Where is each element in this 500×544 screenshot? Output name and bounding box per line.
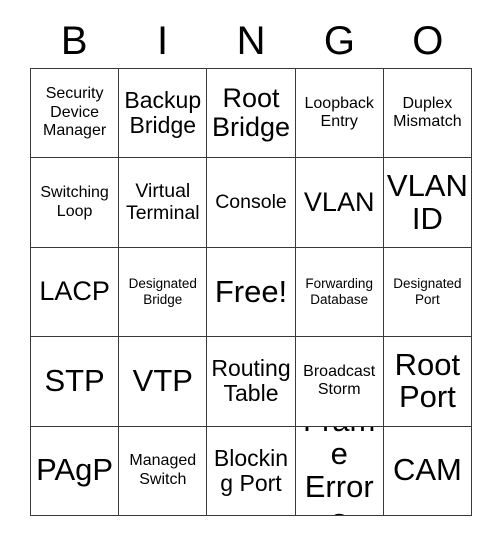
bingo-cell[interactable]: Switching Loop [31,158,120,248]
bingo-cell[interactable]: CAM [383,426,472,516]
bingo-cell[interactable]: Duplex Mismatch [383,69,472,159]
bingo-cell-label: Blocking Port [213,444,289,496]
bingo-cell-label: Virtual Terminal [125,179,200,224]
bingo-cell[interactable]: Blocking Port [207,426,296,516]
bingo-cell[interactable]: STP [31,337,120,427]
bingo-cell-label: Loopback Entry [304,94,374,131]
bingo-cell-label: Forwarding Database [305,276,373,307]
bingo-cell[interactable]: Managed Switch [119,426,208,516]
bingo-cell[interactable]: VLAN ID [383,158,472,248]
bingo-cell-label: Free! [214,273,288,309]
bingo-cell-label: Routing Table [211,355,291,407]
bingo-cell-label: PAgP [36,452,114,488]
bingo-cell[interactable]: Forwarding Database [295,247,384,338]
bingo-cell-label: STP [44,362,105,398]
bingo-cell[interactable]: Security Device Manager [31,69,120,159]
bingo-cell[interactable]: PAgP [31,426,120,516]
bingo-cell-label: Duplex Mismatch [393,94,462,131]
bingo-cell-label: Broadcast Storm [303,362,376,399]
bingo-cell[interactable]: VTP [119,337,208,427]
bingo-cell-label: Managed Switch [129,452,197,488]
bingo-cell-label: VLAN [303,187,375,218]
bingo-cell[interactable]: Backup Bridge [119,69,208,159]
bingo-cell[interactable]: LACP [31,247,120,338]
bingo-header-letter-o: O [412,19,444,63]
bingo-cell[interactable]: Frame Errors [295,426,384,516]
bingo-cell[interactable]: Console [207,158,296,248]
bingo-cell[interactable]: Designated Bridge [119,247,208,338]
bingo-cell-label: VTP [132,362,193,398]
bingo-header-letter-n: N [236,19,266,63]
bingo-cell-label: Console [215,190,287,213]
bingo-cell-label: Designated Port [393,276,462,307]
bingo-cell[interactable]: Virtual Terminal [119,158,208,248]
bingo-header-letter-i: I [157,19,169,63]
bingo-cell-label: Root Bridge [211,83,291,143]
bingo-cell-label: Security Device Manager [43,85,107,140]
bingo-cell-label: LACP [39,276,110,307]
bingo-cell-label: Designated Bridge [128,276,197,307]
bingo-header: BINGO [30,14,472,68]
bingo-header-letter-g: G [323,19,355,63]
bingo-cell[interactable]: Broadcast Storm [295,337,384,427]
bingo-cell-label: Root Port [394,346,461,415]
bingo-cell-label: CAM [392,452,462,488]
bingo-header-letter-b: B [60,19,88,63]
bingo-free-cell[interactable]: Free! [207,247,296,338]
bingo-cell[interactable]: Root Port [383,337,472,427]
bingo-cell[interactable]: Designated Port [383,247,472,338]
bingo-cell[interactable]: VLAN [295,158,384,248]
bingo-cell[interactable]: Routing Table [207,337,296,427]
bingo-cell[interactable]: Root Bridge [207,69,296,159]
bingo-cell[interactable]: Loopback Entry [295,69,384,159]
bingo-cell-label: Frame Errors [303,427,375,515]
bingo-cell-label: Switching Loop [40,184,109,220]
bingo-card: B I N G O Security Device Manager Backup Brid… [0,0,500,544]
bingo-cell-label: VLAN ID [386,167,468,236]
bingo-cell-label: Backup Bridge [124,86,202,139]
bingo-grid: Security Device Manager Backup Bridge Root… [30,68,472,516]
